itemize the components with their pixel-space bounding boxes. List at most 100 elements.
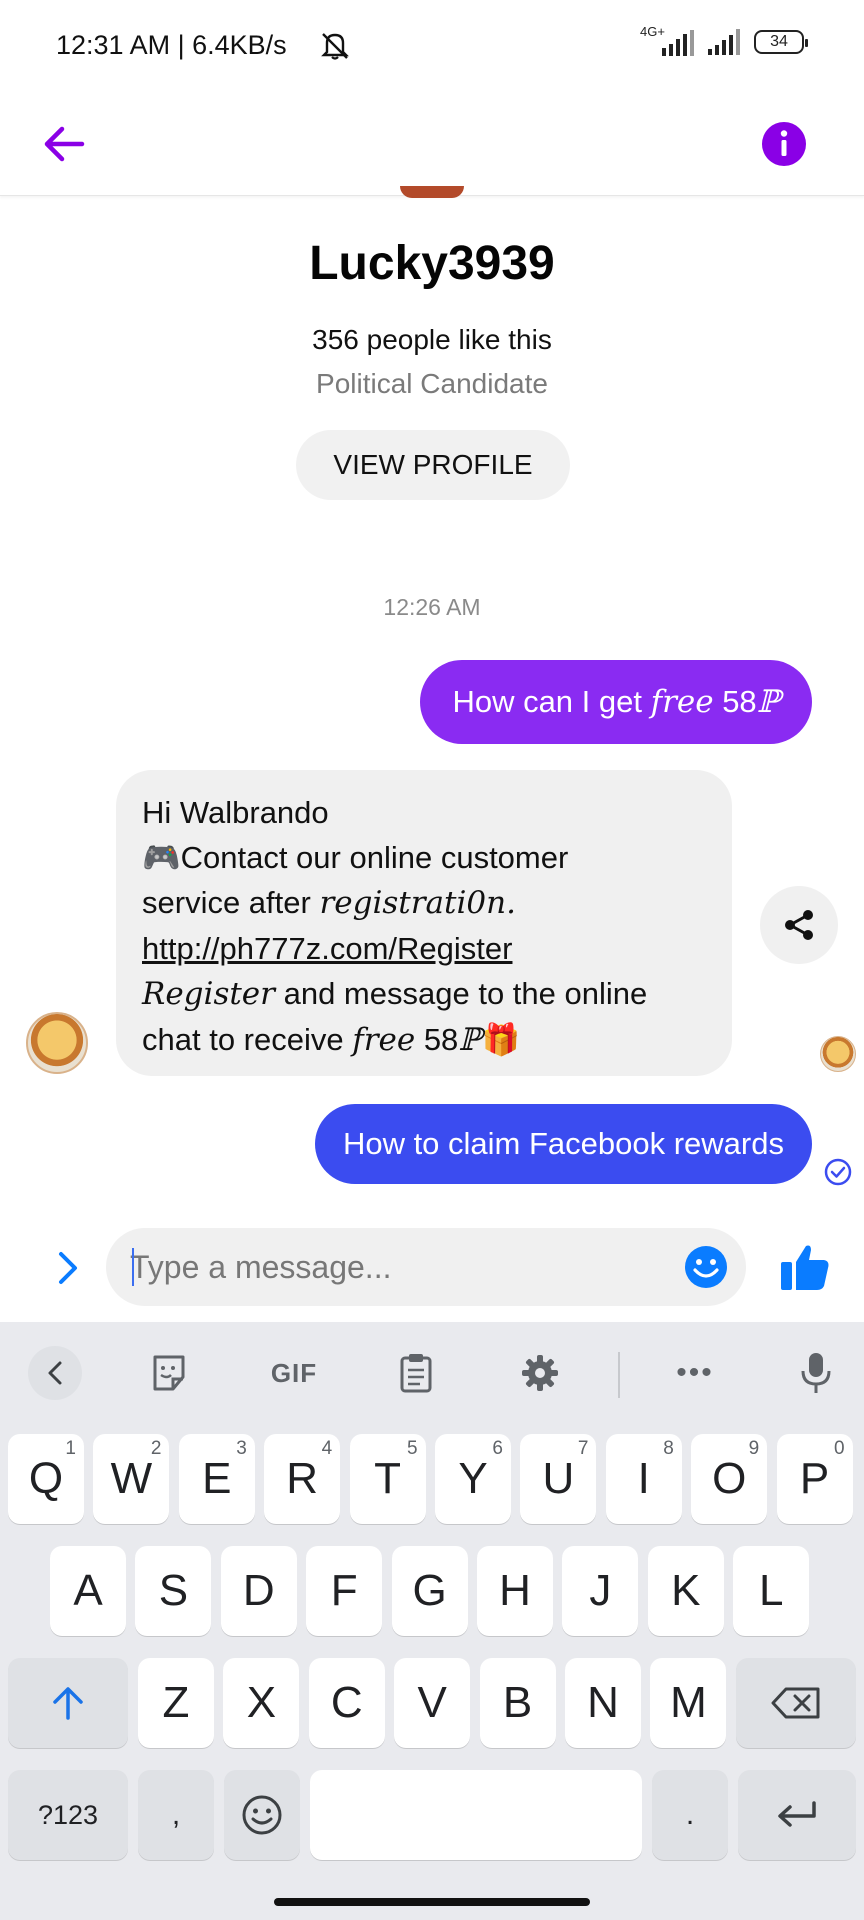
signal-4g-icon: 4G+ xyxy=(640,24,694,56)
incoming-message[interactable]: Hi Walbrando 🎮Contact our online custome… xyxy=(116,770,732,1076)
key-o[interactable]: O9 xyxy=(691,1434,768,1524)
key-p[interactable]: P0 xyxy=(776,1434,853,1524)
key-label: K xyxy=(671,1566,701,1615)
key-label: I xyxy=(637,1454,650,1503)
info-icon xyxy=(762,122,806,166)
outgoing-message[interactable]: How can I get free 58ℙ xyxy=(420,660,812,744)
signal-icon xyxy=(708,29,740,55)
message-script-symbol: ℙ xyxy=(458,1022,482,1058)
key-label: Q xyxy=(28,1454,64,1503)
key-q[interactable]: Q1 xyxy=(8,1434,84,1524)
emoji-smile-icon[interactable] xyxy=(684,1245,728,1289)
gift-emoji-icon: 🎁 xyxy=(481,1022,521,1057)
key-c[interactable]: C xyxy=(308,1658,385,1748)
key-label: Z xyxy=(162,1678,190,1727)
key-label: F xyxy=(330,1566,358,1615)
key-hint: 7 xyxy=(577,1438,589,1459)
space-key[interactable] xyxy=(310,1770,642,1860)
info-button[interactable] xyxy=(756,116,812,172)
key-k[interactable]: K xyxy=(647,1546,724,1636)
clipboard-button[interactable] xyxy=(394,1346,438,1400)
key-label: W xyxy=(110,1454,153,1503)
message-text-suffix: 58 xyxy=(713,684,757,719)
key-g[interactable]: G xyxy=(391,1546,468,1636)
clipboard-icon xyxy=(400,1354,432,1393)
more-options-button[interactable]: ••• xyxy=(670,1346,720,1400)
keyboard-collapse-button[interactable] xyxy=(28,1346,82,1400)
message-timestamp: 12:26 AM xyxy=(383,594,481,620)
key-label: D xyxy=(242,1566,275,1615)
comma-key[interactable]: , xyxy=(138,1770,214,1860)
shift-arrow-icon xyxy=(53,1687,83,1720)
emoji-key[interactable] xyxy=(224,1770,300,1860)
text-caret xyxy=(132,1248,134,1286)
key-h[interactable]: H xyxy=(477,1546,553,1636)
key-hint: 9 xyxy=(748,1438,760,1459)
status-time: 12:31 AM | 6.4KB/s xyxy=(56,30,287,60)
message-line: and message to the online xyxy=(274,976,648,1011)
key-n[interactable]: N xyxy=(565,1658,641,1748)
key-label: J xyxy=(589,1566,612,1615)
period-key[interactable]: . xyxy=(652,1770,728,1860)
key-z[interactable]: Z xyxy=(138,1658,214,1748)
key-b[interactable]: B xyxy=(479,1658,556,1748)
key-label: B xyxy=(502,1678,533,1727)
symbols-key[interactable]: ?123 xyxy=(8,1770,128,1860)
arrow-left-icon xyxy=(44,126,85,162)
key-j[interactable]: J xyxy=(562,1546,639,1636)
enter-key[interactable] xyxy=(738,1770,856,1860)
more-label: ••• xyxy=(676,1356,714,1389)
share-icon xyxy=(785,910,813,940)
key-e[interactable]: E3 xyxy=(178,1434,255,1524)
message-composer[interactable] xyxy=(106,1228,746,1306)
key-m[interactable]: M xyxy=(650,1658,727,1748)
view-profile-button[interactable]: VIEW PROFILE xyxy=(296,430,570,500)
message-script-symbol: ℙ xyxy=(756,684,780,720)
key-t[interactable]: T5 xyxy=(349,1434,426,1524)
key-hint: 3 xyxy=(236,1438,247,1459)
key-y[interactable]: Y6 xyxy=(435,1434,511,1524)
key-hint: 1 xyxy=(65,1438,76,1459)
key-u[interactable]: U7 xyxy=(520,1434,597,1524)
shift-key[interactable] xyxy=(8,1658,128,1748)
keyboard-settings-button[interactable] xyxy=(518,1346,562,1400)
battery-icon: 34 xyxy=(754,30,808,54)
profile-likes: 356 people like this xyxy=(312,324,552,355)
sticker-button[interactable] xyxy=(144,1346,194,1400)
thumbs-up-icon[interactable] xyxy=(778,1240,832,1294)
message-line: Hi Walbrando xyxy=(142,795,329,830)
key-label: X xyxy=(246,1678,277,1727)
key-l[interactable]: L xyxy=(733,1546,810,1636)
share-button[interactable] xyxy=(760,886,838,964)
home-indicator[interactable] xyxy=(274,1898,590,1906)
key-a[interactable]: A xyxy=(50,1546,126,1636)
key-hint: 8 xyxy=(663,1438,674,1459)
key-label: V xyxy=(417,1678,447,1727)
sticker-icon xyxy=(153,1355,185,1391)
gif-label: GIF xyxy=(270,1357,318,1388)
key-f[interactable]: F xyxy=(306,1546,383,1636)
key-hint: 5 xyxy=(407,1438,418,1459)
key-d[interactable]: D xyxy=(220,1546,297,1636)
key-i[interactable]: I8 xyxy=(605,1434,682,1524)
key-x[interactable]: X xyxy=(223,1658,300,1748)
outgoing-message[interactable]: How to claim Facebook rewards xyxy=(314,1104,812,1184)
key-label: R xyxy=(286,1454,319,1503)
backspace-key[interactable] xyxy=(736,1658,856,1748)
key-label: L xyxy=(758,1566,784,1615)
key-v[interactable]: V xyxy=(394,1658,471,1748)
register-link[interactable]: http://ph777z.com/Register xyxy=(142,926,706,971)
message-input[interactable] xyxy=(130,1228,670,1306)
key-w[interactable]: W2 xyxy=(93,1434,170,1524)
voice-input-button[interactable] xyxy=(796,1346,836,1400)
gif-button[interactable]: GIF xyxy=(262,1346,326,1400)
expand-actions-button[interactable] xyxy=(48,1246,88,1290)
key-r[interactable]: R4 xyxy=(264,1434,341,1524)
sender-avatar[interactable] xyxy=(26,1012,88,1074)
key-label: E xyxy=(202,1454,232,1503)
back-button[interactable] xyxy=(36,116,92,172)
status-bar: 12:31 AM | 6.4KB/s 4G+ 34 xyxy=(0,0,864,96)
key-s[interactable]: S xyxy=(135,1546,212,1636)
keyboard: GIF ••• Q1W2E3R4T5Y6U7I8O9P0 ASDFGHJKL Z… xyxy=(0,1322,864,1920)
status-indicators: 4G+ 34 xyxy=(640,24,808,56)
